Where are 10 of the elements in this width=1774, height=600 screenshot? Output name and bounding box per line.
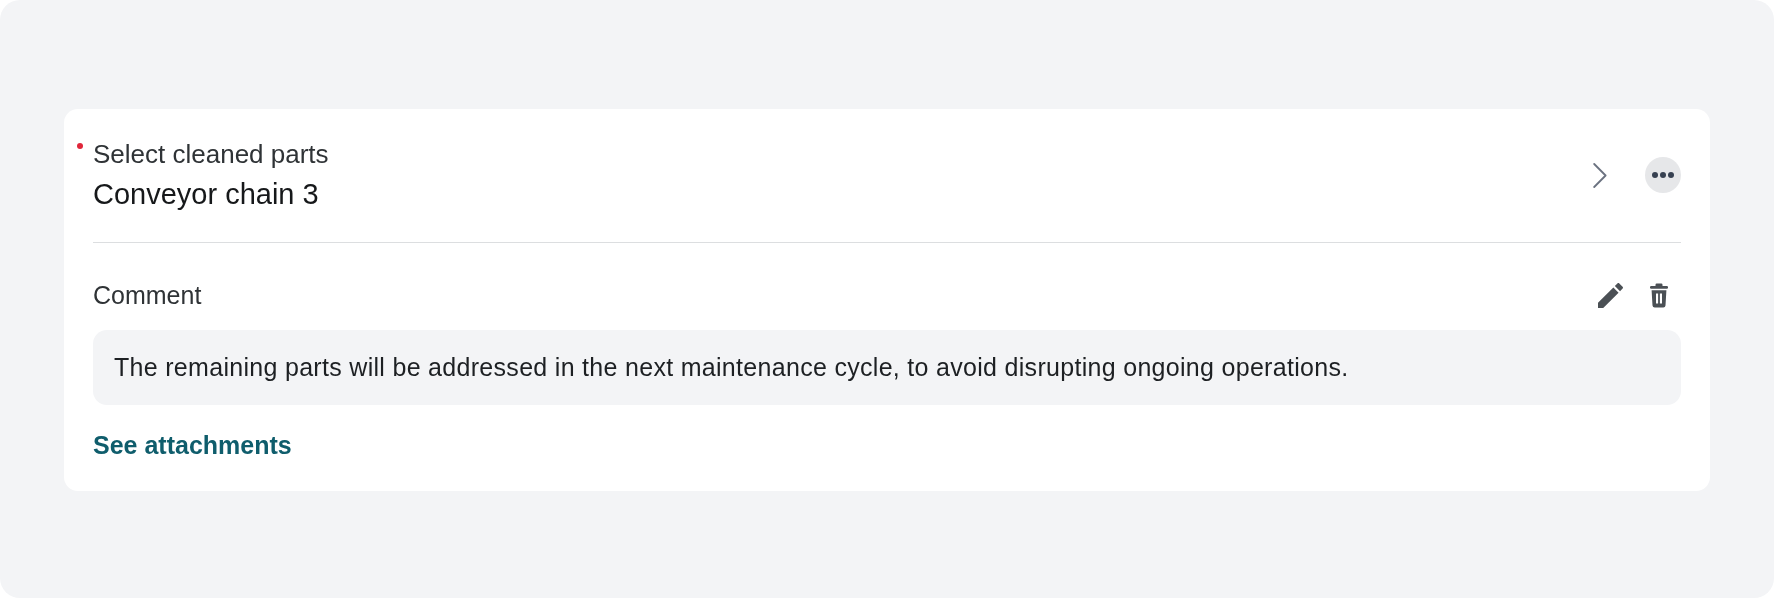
field-value: Conveyor chain 3 xyxy=(93,178,320,210)
pencil-icon[interactable] xyxy=(1598,282,1623,308)
trash-icon[interactable] xyxy=(1649,282,1669,308)
comment-text: The remaining parts will be addressed in the next maintenance cycle, to avoid disrupting ongoing operations. xyxy=(114,353,1350,381)
comment-label: Comment xyxy=(93,281,202,309)
chevron-right-icon[interactable] xyxy=(1593,162,1607,188)
see-attachments-link[interactable]: See attachments xyxy=(93,431,292,459)
field-label: Select cleaned parts xyxy=(93,140,329,168)
ellipsis-icon xyxy=(1652,172,1674,178)
more-button[interactable] xyxy=(1645,157,1681,193)
